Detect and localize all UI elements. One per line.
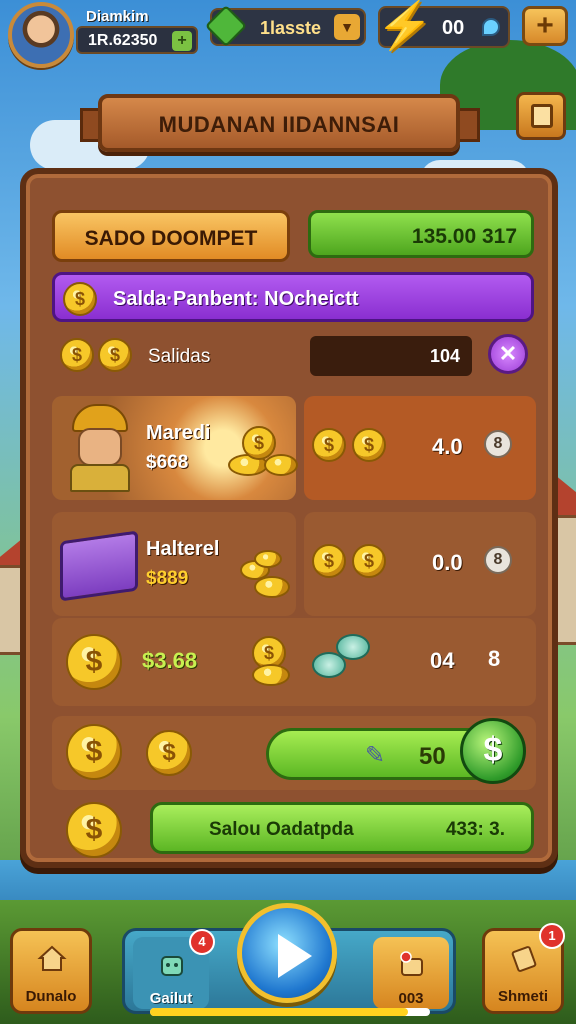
footer-bar[interactable]: Salou Oadatpda 433: 3. xyxy=(150,802,534,854)
claim-row: $ $ ✎ 50 $ xyxy=(52,716,536,790)
lightning-bolt-icon: ⚡ xyxy=(376,0,434,51)
item-price: $889 xyxy=(146,568,189,589)
green-coin-icon xyxy=(336,634,370,660)
player-name: Diamkim xyxy=(86,8,149,25)
robot-icon xyxy=(161,956,183,976)
item-value: 4.0 xyxy=(432,434,463,459)
item-card-halterel[interactable]: Halterel $889 $ $ 0.0 8 xyxy=(52,512,536,616)
top-bar: Diamkim 1R.62350 + 1lasste ▼ ⚡ 00 + xyxy=(0,0,576,70)
plus-icon[interactable]: + xyxy=(172,31,192,51)
nav-bag-label: 003 xyxy=(398,990,424,1007)
item-value: 0.0 xyxy=(432,550,463,575)
coin-icon: $ xyxy=(60,338,94,372)
coin-icon: $ xyxy=(312,544,346,578)
footer-label: Salou Oadatpda xyxy=(209,819,354,840)
chevron-down-icon[interactable]: ▼ xyxy=(334,14,360,40)
info-icon[interactable]: 8 xyxy=(484,546,512,574)
bag-icon xyxy=(400,951,423,976)
progress-fill xyxy=(150,1008,408,1016)
salidas-value-box: 104 xyxy=(310,336,472,376)
notification-badge: 4 xyxy=(189,929,215,955)
coin-row-value: 04 xyxy=(430,648,455,673)
item-name: Maredi xyxy=(146,422,211,444)
dollar-coin-icon[interactable]: $ xyxy=(460,718,526,784)
coin-row-icon[interactable]: 8 xyxy=(488,646,500,672)
play-icon xyxy=(278,934,312,978)
coin-icon: $ xyxy=(352,544,386,578)
item-card-maredi[interactable]: Maredi $668 $ $ $ 4.0 8 xyxy=(52,396,536,500)
notification-badge: 1 xyxy=(539,923,565,949)
energy-value: 00 xyxy=(442,17,465,39)
salidas-row: $ $ Salidas 104 ✕ xyxy=(52,332,536,382)
coin-icon: $ xyxy=(312,428,346,462)
nav-gift-label: Gailut xyxy=(149,990,193,1007)
book-icon xyxy=(531,104,553,128)
ticket-icon xyxy=(511,946,537,972)
gem-icon xyxy=(204,4,248,48)
coin-icon: $ xyxy=(66,634,122,690)
footer-row: $ Salou Oadatpda 433: 3. xyxy=(52,802,536,862)
player-avatar[interactable] xyxy=(8,2,74,68)
home-icon xyxy=(37,945,67,971)
salidas-value: 104 xyxy=(429,346,460,366)
nav-home-label: Dunalo xyxy=(25,988,77,1005)
player-id: 1R.62350 xyxy=(88,32,158,49)
player-id-box: 1R.62350 + xyxy=(76,26,198,54)
nav-shop-label: Shmeti xyxy=(497,988,548,1005)
treasure-chest-icon xyxy=(60,530,138,602)
coin-icon xyxy=(252,664,290,686)
promo-bar[interactable]: $ Salda·Panbent: NOcheictt xyxy=(52,272,534,322)
nav-shop-button[interactable]: Shmeti 1 xyxy=(482,923,565,1014)
salidas-label: Salidas xyxy=(148,346,211,367)
close-button[interactable]: ✕ xyxy=(488,334,528,374)
nav-center-bar: Gailut 4 003 xyxy=(122,903,456,1014)
coin-icon: $ xyxy=(98,338,132,372)
pencil-icon: ✎ xyxy=(365,742,386,769)
info-icon[interactable]: 8 xyxy=(484,430,512,458)
nav-bag-button[interactable]: 003 xyxy=(373,937,449,1009)
footer-value: 433: 3. xyxy=(445,819,505,840)
title-banner: MUDANAN IIDANNSAI xyxy=(98,94,460,152)
nav-gift-button[interactable]: Gailut 4 xyxy=(133,929,215,1009)
nav-home-button[interactable]: Dunalo xyxy=(10,928,92,1014)
wallet-panel: SADO DOOMPET 135.00 317 $ Salda·Panbent:… xyxy=(20,168,558,868)
add-button[interactable]: + xyxy=(522,6,568,46)
miner-avatar-icon xyxy=(62,404,138,492)
promo-text: Salda·Panbent: NOcheictt xyxy=(113,288,359,310)
coin-row: $ $3.68 $ 04 8 xyxy=(52,618,536,706)
progress-bar xyxy=(150,1008,430,1016)
energy-counter: ⚡ 00 xyxy=(376,2,510,48)
item-name: Halterel xyxy=(146,538,220,560)
coin-icon: $ xyxy=(66,724,122,780)
coin-icon: $ xyxy=(66,802,122,858)
coin-icon: $ xyxy=(352,428,386,462)
feather-icon xyxy=(482,18,500,36)
wallet-balance: 135.00 317 xyxy=(308,210,534,258)
wallet-label-button[interactable]: SADO DOOMPET xyxy=(52,210,290,262)
item-price: $668 xyxy=(146,452,189,473)
coin-row-amount: $3.68 xyxy=(142,648,198,673)
claim-value: 50 xyxy=(419,743,446,770)
coin-icon: $ xyxy=(146,730,192,776)
gem-counter: 1lasste ▼ xyxy=(204,4,366,48)
wallet-label: SADO DOOMPET xyxy=(84,227,258,250)
book-button[interactable] xyxy=(516,92,566,140)
wallet-balance-value: 135.00 317 xyxy=(411,225,517,248)
gem-label: 1lasste xyxy=(260,18,322,38)
coin-icon: $ xyxy=(63,282,97,316)
page-title: MUDANAN IIDANNSAI xyxy=(158,112,400,137)
play-button[interactable] xyxy=(237,903,337,1003)
